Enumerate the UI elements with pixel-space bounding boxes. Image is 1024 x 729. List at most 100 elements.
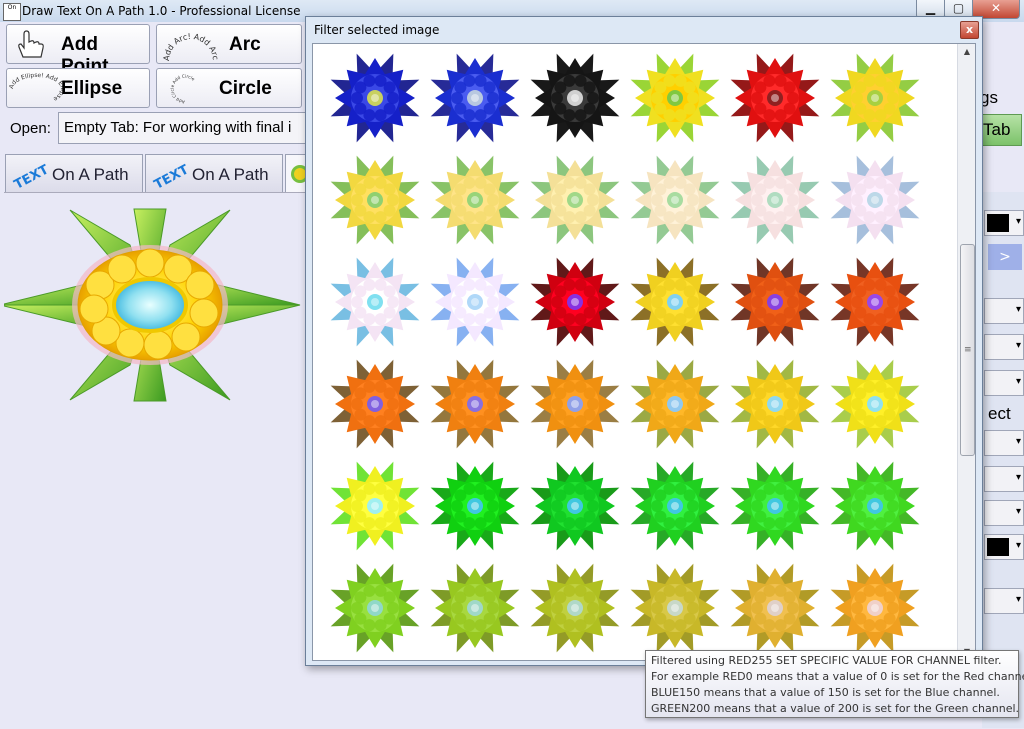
flower-image <box>830 257 920 347</box>
flower-image <box>630 257 720 347</box>
filtered-flower-thumbnail[interactable] <box>625 252 725 352</box>
flower-image <box>330 359 420 449</box>
filtered-flower-thumbnail[interactable] <box>825 456 925 556</box>
flower-image <box>630 53 720 143</box>
filtered-flower-thumbnail[interactable] <box>825 48 925 148</box>
ellipse-button[interactable]: Add Ellipse! Add Ellipse Ellipse <box>6 68 150 108</box>
close-icon: x <box>965 23 974 36</box>
flower-image <box>330 155 420 245</box>
filtered-flower-thumbnail[interactable] <box>425 456 525 556</box>
tab-on-a-path-1[interactable]: TEXT On A Path <box>5 154 143 192</box>
filtered-flower-thumbnail[interactable] <box>425 252 525 352</box>
filtered-flower-thumbnail[interactable] <box>525 558 625 658</box>
color-swatch <box>987 214 1009 232</box>
document-tabs: TEXT On A Path TEXT On A Path <box>0 152 310 192</box>
filtered-image-list: ▲ ≡ ▼ <box>312 43 976 661</box>
filtered-flower-thumbnail[interactable] <box>725 150 825 250</box>
flower-image <box>430 53 520 143</box>
filtered-flower-thumbnail[interactable] <box>625 456 725 556</box>
ellipse-text-icon: Add Ellipse! Add Ellipse <box>9 72 65 103</box>
tab-on-a-path-2[interactable]: TEXT On A Path <box>145 154 283 192</box>
hand-pointer-icon <box>18 30 44 58</box>
property-combo-6[interactable] <box>984 500 1024 526</box>
app-icon: On <box>3 3 21 21</box>
filtered-flower-thumbnail[interactable] <box>525 252 625 352</box>
filtered-flower-thumbnail[interactable] <box>525 456 625 556</box>
tab-label: On A Path <box>192 165 269 184</box>
window-title: Draw Text On A Path 1.0 - Professional L… <box>22 4 301 18</box>
filtered-flower-thumbnail[interactable] <box>725 558 825 658</box>
filtered-flower-thumbnail[interactable] <box>725 456 825 556</box>
property-combo-3[interactable] <box>984 370 1024 396</box>
filtered-flower-thumbnail[interactable] <box>325 48 425 148</box>
filtered-flower-thumbnail[interactable] <box>325 150 425 250</box>
filtered-flower-thumbnail[interactable] <box>825 150 925 250</box>
tab-icon-text: TEXT <box>152 162 191 189</box>
filtered-flower-thumbnail[interactable] <box>325 252 425 352</box>
flower-image <box>430 155 520 245</box>
next-button-label: > <box>999 249 1011 265</box>
flower-image <box>530 563 620 653</box>
filtered-flower-thumbnail[interactable] <box>825 558 925 658</box>
filtered-flower-thumbnail[interactable] <box>625 48 725 148</box>
filtered-flower-thumbnail[interactable] <box>825 252 925 352</box>
flower-image <box>630 563 720 653</box>
tab-label: On A Path <box>52 165 129 184</box>
app-icon-text: On <box>7 4 17 11</box>
circle-button[interactable]: Add Circle Add Circle Circle <box>156 68 302 108</box>
scrollbar-thumb[interactable]: ≡ <box>960 244 975 456</box>
next-button[interactable]: > <box>988 244 1022 270</box>
filtered-flower-thumbnail[interactable] <box>725 252 825 352</box>
ellipse-label: Ellipse <box>61 78 123 99</box>
flower-image <box>630 359 720 449</box>
filtered-flower-thumbnail[interactable] <box>425 558 525 658</box>
filtered-flower-thumbnail[interactable] <box>625 354 725 454</box>
filtered-flower-thumbnail[interactable] <box>325 354 425 454</box>
color-picker-2[interactable]: ▾ <box>984 534 1024 560</box>
property-combo-1[interactable] <box>984 298 1024 324</box>
flower-image <box>530 461 620 551</box>
filter-tooltip: Filtered using RED255 SET SPECIFIC VALUE… <box>645 650 1024 718</box>
canvas-flower-image <box>0 208 301 402</box>
flower-image <box>830 155 920 245</box>
dialog-close-button[interactable]: x <box>960 21 979 39</box>
tab-icon-text: TEXT <box>12 162 51 189</box>
filtered-flower-thumbnail[interactable] <box>425 48 525 148</box>
filtered-flower-thumbnail[interactable] <box>625 558 725 658</box>
vertical-scrollbar[interactable]: ▲ ≡ ▼ <box>957 44 975 660</box>
scroll-up-arrow-icon[interactable]: ▲ <box>958 44 975 60</box>
text-path-icon: TEXT <box>152 162 191 189</box>
filtered-flower-thumbnail[interactable] <box>525 48 625 148</box>
new-tab-button-label: Tab <box>983 120 1011 139</box>
filtered-flower-thumbnail[interactable] <box>325 558 425 658</box>
property-combo-2[interactable] <box>984 334 1024 360</box>
arc-label: Arc <box>229 34 261 55</box>
open-tab-select[interactable]: Empty Tab: For working with final i <box>58 112 318 144</box>
filtered-flower-thumbnail[interactable] <box>625 150 725 250</box>
filtered-flower-thumbnail[interactable] <box>325 456 425 556</box>
new-tab-button-partial[interactable]: Tab <box>982 114 1022 146</box>
arc-icon-text: Add Arc! Add Arc <box>163 32 219 61</box>
flower-image <box>430 563 520 653</box>
flower-image <box>730 359 820 449</box>
select-label-partial: ect <box>988 404 1011 423</box>
property-combo-4[interactable] <box>984 430 1024 456</box>
drawing-canvas[interactable] <box>0 192 306 729</box>
flower-image <box>730 53 820 143</box>
filtered-flower-thumbnail[interactable] <box>425 354 525 454</box>
filtered-flower-thumbnail[interactable] <box>525 150 625 250</box>
add-point-button[interactable]: Add Point <box>6 24 150 77</box>
filtered-flower-thumbnail[interactable] <box>825 354 925 454</box>
flower-image <box>530 257 620 347</box>
filtered-flower-thumbnail[interactable] <box>725 354 825 454</box>
arc-button[interactable]: Add Arc! Add Arc Arc <box>156 24 302 64</box>
property-combo-7[interactable] <box>984 588 1024 614</box>
filtered-flower-thumbnail[interactable] <box>525 354 625 454</box>
filter-dialog: Filter selected image x ▲ ≡ ▼ <box>305 16 983 666</box>
flower-image <box>330 563 420 653</box>
color-picker-1[interactable]: ▾ <box>984 210 1024 236</box>
filtered-flower-thumbnail[interactable] <box>725 48 825 148</box>
open-label: Open: <box>10 120 51 137</box>
filtered-flower-thumbnail[interactable] <box>425 150 525 250</box>
property-combo-5[interactable] <box>984 466 1024 492</box>
